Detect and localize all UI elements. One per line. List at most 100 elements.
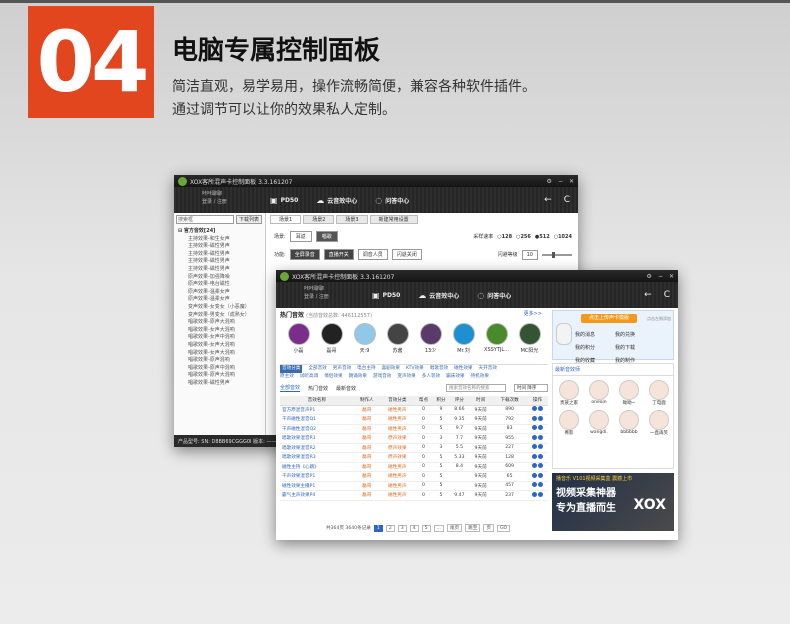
hot-avatar[interactable]: 天:9 <box>352 323 377 354</box>
user-link[interactable]: 我的下载 <box>615 344 655 351</box>
category-link[interactable]: 游戏音效 <box>373 373 391 381</box>
minimize-icon[interactable]: − <box>658 273 663 280</box>
table-row[interactable]: 唱歌效果混音R3 磊哥 原声效果 0 5 5.33 9天前 128 <box>280 452 548 463</box>
column-header[interactable]: 评分 <box>449 396 470 406</box>
more-link[interactable]: 更多>> <box>524 310 542 317</box>
creator-card[interactable]: 菁影 <box>555 410 583 436</box>
creator-card[interactable]: bbbbbb <box>615 410 643 436</box>
sing-button[interactable]: 唱歌 <box>315 231 338 242</box>
play-icon[interactable] <box>538 434 544 440</box>
hot-avatar[interactable]: 磊哥 <box>319 323 344 354</box>
download-icon[interactable] <box>532 482 538 488</box>
function-toggle[interactable]: 闪退关闭 <box>391 249 422 260</box>
tree-item[interactable]: 唱歌效果-原声混响 <box>178 357 261 365</box>
page-button[interactable]: 尾页 <box>446 524 463 532</box>
session-tab[interactable]: 场景2 <box>303 215 335 224</box>
user-area[interactable]: 咔咔聊聊 登录 / 注册 <box>304 285 329 301</box>
table-row[interactable]: 唱歌效果混音R1 磊哥 原声效果 0 3 7.7 9天前 955 <box>280 433 548 444</box>
tab-qa[interactable]: ◌ 问答中心 <box>375 196 409 205</box>
creator-card[interactable]: 丁电鹿 <box>645 380 673 406</box>
subtab-new[interactable]: 最新音效 <box>336 385 356 392</box>
column-header[interactable]: 时间 <box>469 396 493 406</box>
play-icon[interactable] <box>538 415 544 421</box>
effect-search-input[interactable]: 搜索框 <box>176 215 234 224</box>
category-link[interactable]: 朗诵效果 <box>349 373 367 381</box>
category-link[interactable]: KTV效果 <box>406 365 424 373</box>
tab-pd50[interactable]: ▣ PD50 <box>270 196 298 205</box>
category-link[interactable]: 喜剧效果 <box>382 365 400 373</box>
table-row[interactable]: 干声磁性混音Q2 磊哥 磁性男声 0 5 9.7 9天前 83 <box>280 424 548 434</box>
slider-handle[interactable] <box>552 251 555 258</box>
function-toggle[interactable]: 调音人员 <box>357 249 388 260</box>
creator-card[interactable]: 呦呦~ <box>615 380 643 406</box>
download-icon[interactable] <box>532 444 538 450</box>
close-icon[interactable]: ✕ <box>569 178 574 185</box>
user-link[interactable]: 我的兑换 <box>615 331 655 338</box>
back-arrow-icon[interactable]: ← <box>644 290 652 300</box>
table-row[interactable]: 磁性主持《心跳》 磊哥 磁性男声 0 5 8.4 9天前 609 <box>280 462 548 472</box>
play-icon[interactable] <box>538 482 544 488</box>
play-icon[interactable] <box>538 444 544 450</box>
table-row[interactable]: 唱歌效果混音R2 磊哥 原声效果 0 3 5.5 9天前 227 <box>280 443 548 453</box>
column-header[interactable]: 操作 <box>527 396 548 406</box>
user-link[interactable]: 我的积分 <box>575 344 615 351</box>
earback-button[interactable]: 耳返 <box>289 231 312 242</box>
login-link[interactable]: 登录 / 注册 <box>304 293 329 301</box>
hot-avatar[interactable]: MC阳光 <box>517 323 542 354</box>
category-link[interactable]: 原主效 <box>280 373 294 381</box>
tree-item[interactable]: 主持效果-磁性男声 <box>178 258 261 266</box>
back-arrow-icon[interactable]: ← <box>544 195 552 205</box>
download-icon[interactable] <box>532 415 538 421</box>
download-icon[interactable] <box>532 491 538 497</box>
tree-item[interactable]: 唱歌效果-女声大混响 <box>178 350 261 358</box>
page-button[interactable]: 2 <box>385 524 395 532</box>
sample-rate-option[interactable]: ○256 <box>516 234 531 240</box>
play-icon[interactable] <box>538 406 544 412</box>
download-icon[interactable] <box>532 453 538 459</box>
creator-card[interactable]: 一直再笑 <box>645 410 673 436</box>
page-button[interactable]: 跳至 <box>465 524 481 532</box>
creator-card[interactable]: oneoin <box>585 380 613 406</box>
session-tab[interactable]: 场景3 <box>336 215 368 224</box>
category-link[interactable]: 情侣效果 <box>324 373 342 381</box>
play-icon[interactable] <box>538 453 544 459</box>
category-link[interactable]: 待机效果 <box>471 373 489 381</box>
tree-item[interactable]: 唱歌效果-磁性男声 <box>178 380 261 388</box>
page-button[interactable]: 4 <box>409 524 419 532</box>
column-header[interactable]: 音效分类 <box>379 396 415 406</box>
category-link[interactable]: 唱歌音效 <box>430 365 448 373</box>
page-button[interactable]: 3 <box>397 524 407 532</box>
user-link[interactable]: 我的收藏 <box>575 357 615 364</box>
ad-banner[interactable]: 播音乐 V101视频采集盒 震撼上市 视频采集神器 专为直播而生 XOX <box>552 473 674 531</box>
table-row[interactable]: 官方原混音声P1 磊哥 磁性男声 0 9 8.66 9天前 890 <box>280 405 548 415</box>
table-row[interactable]: 干声效果混音P1 磊哥 磁性男声 0 5 9天前 65 <box>280 471 548 482</box>
column-header[interactable]: 下载次数 <box>492 396 528 406</box>
download-icon[interactable] <box>532 434 538 440</box>
tab-cloud-effects[interactable]: ☁ 云音效中心 <box>316 196 357 205</box>
tree-item[interactable]: 变声效果-男变女（成熟女） <box>178 312 261 320</box>
play-icon[interactable] <box>538 463 544 469</box>
tree-item[interactable]: 唱歌效果-原声大混响 <box>178 319 261 327</box>
user-link[interactable]: 我的消息 <box>575 331 615 338</box>
gate-value[interactable]: 10 <box>521 249 538 260</box>
page-button[interactable]: GO <box>496 524 511 532</box>
column-header[interactable]: 音效名称 <box>280 396 354 406</box>
user-link[interactable]: 我的制作 <box>615 357 655 364</box>
table-row[interactable]: 干声磁性混音Q1 磊哥 磁性男声 0 5 9.35 9天前 792 <box>280 414 548 425</box>
download-icon[interactable] <box>532 425 538 431</box>
effect-list-search-input[interactable]: 搜索音效名称的搜索 <box>446 384 506 392</box>
tab-qa[interactable]: ◌ 问答中心 <box>477 291 511 300</box>
play-icon[interactable] <box>538 425 544 431</box>
tree-item[interactable]: 唱歌效果-女声中混响 <box>178 334 261 342</box>
download-icon[interactable] <box>532 463 538 469</box>
hot-avatar[interactable]: 苏酱 <box>385 323 410 354</box>
gate-slider[interactable] <box>542 251 572 258</box>
subtab-hot[interactable]: 热门音效 <box>308 385 328 392</box>
column-header[interactable]: 帮点 <box>414 396 433 406</box>
upload-template-button[interactable]: 点击上传声卡模版 <box>581 314 637 323</box>
hot-avatar[interactable]: XSSYTJL... <box>484 323 509 354</box>
settings-icon[interactable]: ⚙ <box>547 178 552 185</box>
tab-pd50[interactable]: ▣ PD50 <box>372 291 400 300</box>
refresh-icon[interactable]: C <box>664 290 670 300</box>
minimize-icon[interactable]: − <box>558 178 563 185</box>
